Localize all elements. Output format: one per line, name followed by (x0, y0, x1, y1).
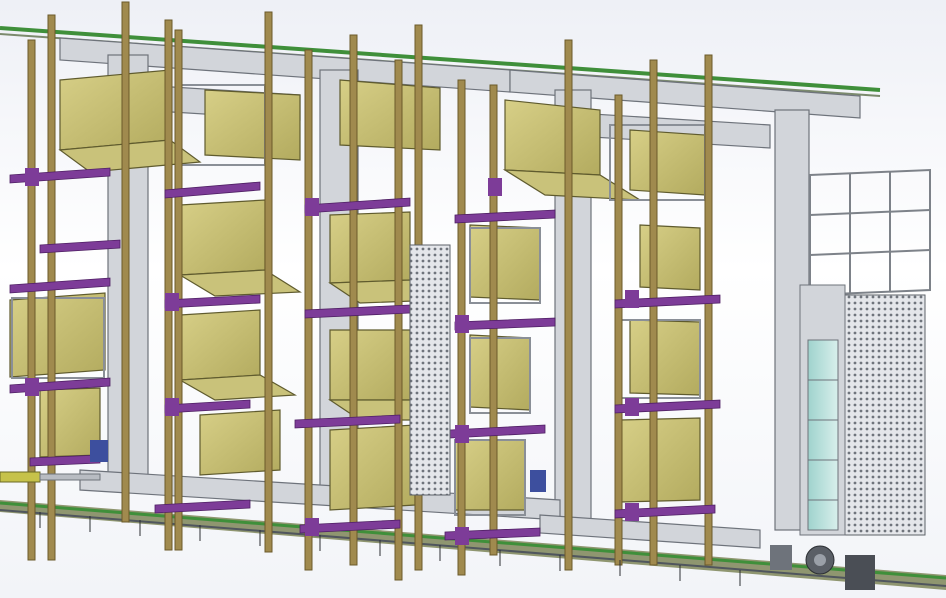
cad-model-3d-view (0, 1, 946, 590)
cad-viewport[interactable] (0, 0, 946, 598)
hydraulic-cylinder (0, 471, 101, 483)
